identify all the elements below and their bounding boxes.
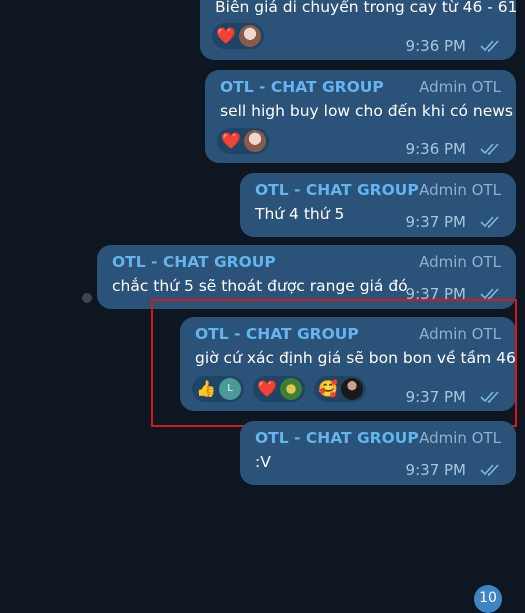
sender-role: Admin OTL	[419, 429, 501, 447]
reaction-group[interactable]: ❤️	[212, 23, 264, 49]
sender-role: Admin OTL	[419, 181, 501, 199]
sender-name[interactable]: OTL - CHAT GROUP	[220, 78, 384, 96]
message-bubble[interactable]: Biên giá di chuyển trong cay từ 46 - 61 …	[200, 0, 518, 60]
avatar	[244, 130, 266, 152]
avatar	[239, 25, 261, 47]
reaction-group[interactable]: ❤️	[217, 128, 269, 154]
sender-name[interactable]: OTL - CHAT GROUP	[255, 181, 419, 199]
unread-count-badge[interactable]: 10	[474, 585, 502, 613]
sender-role: Admin OTL	[419, 78, 501, 96]
message-text: sell high buy low cho đến khi có news	[220, 102, 513, 120]
highlight-box	[151, 299, 517, 427]
sender-role: Admin OTL	[419, 253, 501, 271]
message-time: 9:37 PM	[405, 213, 466, 231]
message-bubble[interactable]: OTL - CHAT GROUP Admin OTL Thứ 4 thứ 5 9…	[240, 173, 516, 237]
sender-name[interactable]: OTL - CHAT GROUP	[255, 429, 419, 447]
message-time: 9:36 PM	[405, 140, 466, 158]
message-text: chắc thứ 5 sẽ thoát được range giá đó	[112, 277, 408, 295]
heart-reaction-icon: ❤️	[216, 26, 236, 45]
read-check-icon	[480, 40, 499, 53]
sender-name[interactable]: OTL - CHAT GROUP	[112, 253, 276, 271]
read-check-icon	[480, 464, 499, 477]
message-text: :V	[255, 453, 271, 471]
heart-reaction-icon: ❤️	[221, 131, 241, 150]
message-time: 9:36 PM	[405, 37, 466, 55]
message-bubble[interactable]: OTL - CHAT GROUP Admin OTL :V 9:37 PM	[240, 421, 516, 485]
read-check-icon	[480, 216, 499, 229]
message-text: Thứ 4 thứ 5	[255, 205, 345, 223]
message-text: Biên giá di chuyển trong cay từ 46 - 61	[215, 0, 518, 16]
read-check-icon	[480, 143, 499, 156]
message-time: 9:37 PM	[405, 461, 466, 479]
message-bubble[interactable]: OTL - CHAT GROUP Admin OTL sell high buy…	[205, 70, 516, 163]
status-dot	[82, 293, 92, 303]
